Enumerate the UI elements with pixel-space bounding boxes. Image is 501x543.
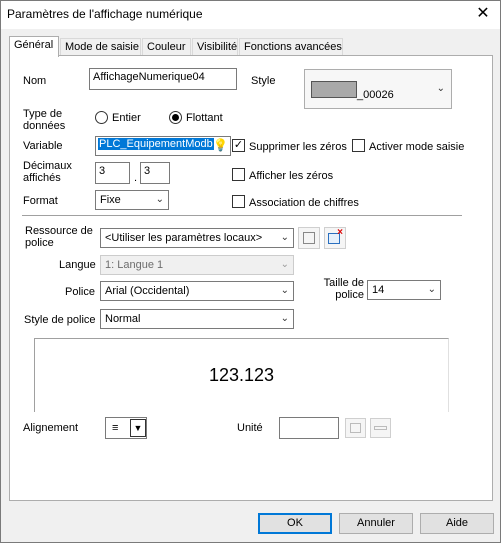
decimaux-separator: . xyxy=(134,172,138,184)
variable-label: Variable xyxy=(23,140,63,152)
tab-mode-saisie[interactable]: Mode de saisie xyxy=(60,38,141,56)
association-label: Association de chiffres xyxy=(249,197,359,209)
decimaux-label: Décimaux affichés xyxy=(23,160,72,184)
alignement-select[interactable]: ≡ ▼ xyxy=(105,417,147,439)
chevron-down-icon: ⌄ xyxy=(280,259,289,270)
tab-fonctions-avancees[interactable]: Fonctions avancées xyxy=(239,38,343,56)
police-value: Arial (Occidental) xyxy=(105,285,190,297)
style-police-label: Style de police xyxy=(24,314,96,326)
font-resource-delete-button[interactable]: × xyxy=(324,227,346,249)
police-select[interactable]: Arial (Occidental) ⌄ xyxy=(100,281,294,301)
chevron-down-icon[interactable]: ▼ xyxy=(130,419,146,437)
variable-input[interactable]: PLC_EquipementModb 💡 xyxy=(95,136,231,156)
tab-general[interactable]: Général xyxy=(9,36,59,57)
supprimer-zeros-label: Supprimer les zéros xyxy=(249,141,347,153)
format-label: Format xyxy=(23,195,58,207)
type-donnees-label: Type de données xyxy=(23,108,66,132)
alignement-label: Alignement xyxy=(23,422,79,434)
decimaux-int-input[interactable]: 3 xyxy=(95,162,130,184)
unite-input[interactable] xyxy=(279,417,339,439)
font-resource-edit-button[interactable] xyxy=(298,227,320,249)
cancel-button[interactable]: Annuler xyxy=(339,513,413,534)
tab-couleur[interactable]: Couleur xyxy=(142,38,191,56)
activer-saisie-checkbox[interactable] xyxy=(352,139,365,152)
table-icon xyxy=(303,232,315,244)
chevron-down-icon: ⌄ xyxy=(280,313,289,324)
langue-value: 1: Langue 1 xyxy=(105,259,164,271)
taille-label: Taille de police xyxy=(323,277,364,301)
format-icon xyxy=(374,426,387,430)
unite-edit-button xyxy=(345,418,366,438)
preview-text: 123.123 xyxy=(208,365,275,385)
section-divider xyxy=(22,215,462,216)
langue-label: Langue xyxy=(59,259,96,271)
ressource-label: Ressource de police xyxy=(25,225,93,249)
radio-flottant-label: Flottant xyxy=(186,112,223,124)
tab-visibilite[interactable]: Visibilité xyxy=(192,38,238,56)
chevron-down-icon: ⌄ xyxy=(280,232,289,243)
supprimer-zeros-checkbox[interactable]: ✓ xyxy=(232,139,245,152)
style-police-select[interactable]: Normal ⌄ xyxy=(100,309,294,329)
langue-select: 1: Langue 1 ⌄ xyxy=(100,255,294,275)
preview-area: 123.123 xyxy=(34,338,449,412)
format-value: Fixe xyxy=(100,194,121,206)
variable-value: PLC_EquipementModb xyxy=(98,138,214,150)
ressource-value: <Utiliser les paramètres locaux> xyxy=(105,232,263,244)
afficher-zeros-checkbox[interactable] xyxy=(232,168,245,181)
police-label: Police xyxy=(65,286,95,298)
taille-select[interactable]: 14 ⌄ xyxy=(367,280,441,300)
chevron-down-icon: ⌄ xyxy=(155,194,164,205)
format-select[interactable]: Fixe ⌄ xyxy=(95,190,169,210)
help-button[interactable]: Aide xyxy=(420,513,494,534)
radio-entier[interactable] xyxy=(95,111,108,124)
activer-saisie-label: Activer mode saisie xyxy=(369,141,465,153)
style-combo[interactable]: _00026 ⌄ xyxy=(304,69,452,109)
window-title: Paramètres de l'affichage numérique xyxy=(7,7,203,21)
dialog-window: Paramètres de l'affichage numérique ✕ Gé… xyxy=(0,0,501,543)
chevron-down-icon: ⌄ xyxy=(427,284,436,295)
afficher-zeros-label: Afficher les zéros xyxy=(249,170,334,182)
chevron-down-icon: ⌄ xyxy=(436,83,445,94)
unite-label: Unité xyxy=(237,422,263,434)
close-icon[interactable]: ✕ xyxy=(471,4,495,24)
ressource-select[interactable]: <Utiliser les paramètres locaux> ⌄ xyxy=(100,228,294,248)
general-panel: Nom AffichageNumerique04 Style _00026 ⌄ … xyxy=(9,55,493,501)
ok-button[interactable]: OK xyxy=(258,513,332,534)
nom-label: Nom xyxy=(23,75,47,87)
association-checkbox[interactable] xyxy=(232,195,245,208)
table-icon xyxy=(350,423,361,433)
nom-input[interactable]: AffichageNumerique04 xyxy=(89,68,237,90)
align-center-icon: ≡ xyxy=(112,422,119,434)
style-label: Style xyxy=(251,75,276,87)
radio-entier-label: Entier xyxy=(112,112,141,124)
style-police-value: Normal xyxy=(105,313,141,325)
chevron-down-icon: ⌄ xyxy=(280,285,289,296)
unite-format-button xyxy=(370,418,391,438)
decimaux-frac-input[interactable]: 3 xyxy=(140,162,170,184)
delete-icon: × xyxy=(337,227,343,238)
style-swatch xyxy=(311,81,357,98)
taille-value: 14 xyxy=(372,284,385,296)
style-value: _00026 xyxy=(357,89,394,101)
lightbulb-icon[interactable]: 💡 xyxy=(213,138,228,152)
title-bar: Paramètres de l'affichage numérique ✕ xyxy=(1,1,500,29)
radio-flottant[interactable] xyxy=(169,111,182,124)
